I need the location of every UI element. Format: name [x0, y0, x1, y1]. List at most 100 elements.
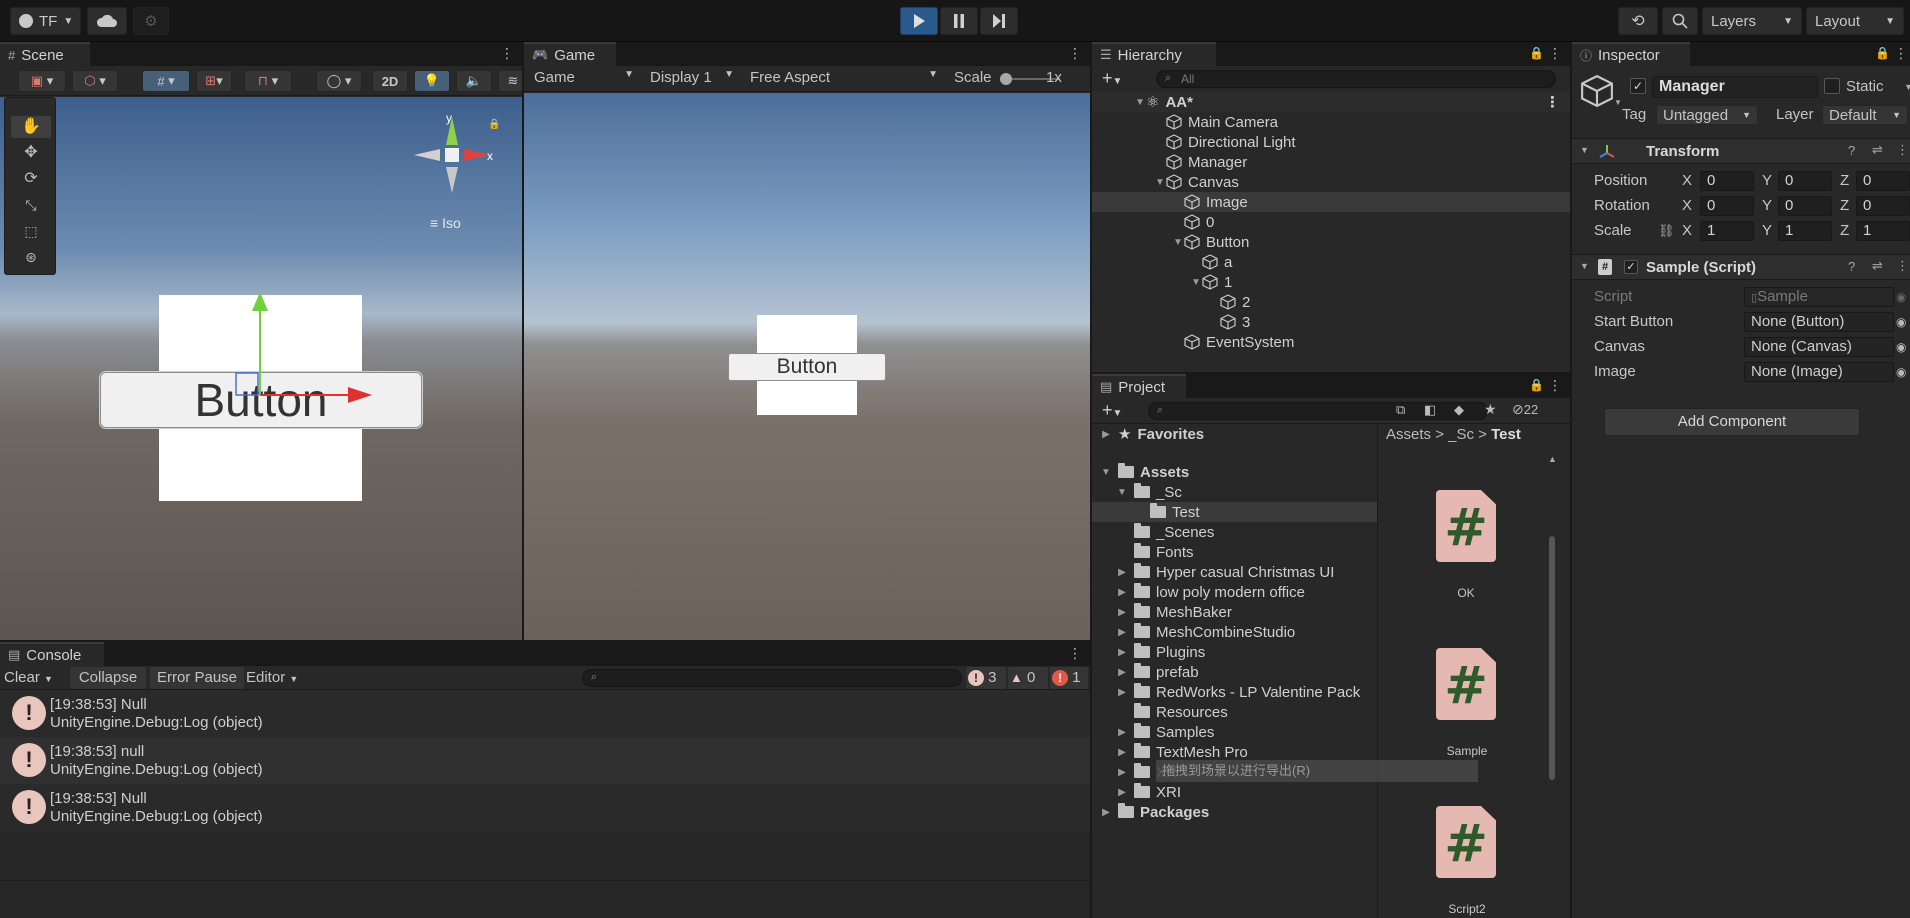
console-menu-icon[interactable]: ⋮: [1068, 646, 1082, 660]
link-icon[interactable]: ⛓: [1658, 223, 1675, 239]
scale-label[interactable]: Scale: [1594, 222, 1632, 239]
position-x-field[interactable]: 0: [1700, 171, 1754, 191]
rotation-x-field[interactable]: 0: [1700, 196, 1754, 216]
folder-item-samples[interactable]: ▶ Samples: [1092, 722, 1377, 742]
preset-icon[interactable]: ⇌: [1872, 258, 1883, 274]
error-filter-toggle[interactable]: ! 1: [1050, 667, 1088, 689]
shading-button[interactable]: ◯ ▾: [316, 70, 362, 92]
object-name-field[interactable]: Manager: [1652, 76, 1818, 98]
axis-x-label[interactable]: X: [1682, 222, 1692, 239]
project-search-input[interactable]: ⌕: [1148, 402, 1488, 420]
hierarchy-item-eventsystem[interactable]: EventSystem: [1092, 332, 1570, 352]
rect-tool-icon[interactable]: ⬚: [11, 220, 51, 242]
folder-item-fonts[interactable]: Fonts: [1092, 542, 1377, 562]
favorites-item[interactable]: ▶ ★ Favorites: [1092, 424, 1377, 444]
project-menu-icon[interactable]: ⋮: [1548, 378, 1562, 392]
hand-tool-icon[interactable]: ✋: [11, 116, 51, 138]
tab-game[interactable]: 🎮 Game: [524, 42, 616, 66]
component-menu-icon[interactable]: ⋮: [1896, 142, 1909, 158]
transform-tool-icon[interactable]: ⊛: [11, 246, 51, 268]
content-scrollbar[interactable]: [1549, 536, 1555, 780]
move-tool-icon[interactable]: ✥: [11, 142, 51, 164]
breadcrumb-item-test[interactable]: Test: [1491, 426, 1521, 443]
tab-hierarchy[interactable]: ☰ Hierarchy: [1092, 42, 1216, 66]
position-z-field[interactable]: 0: [1856, 171, 1910, 191]
lighting-button[interactable]: 💡: [414, 70, 450, 92]
help-icon[interactable]: ?: [1848, 259, 1855, 274]
scale-x-field[interactable]: 1: [1700, 221, 1754, 241]
scale-y-field[interactable]: 1: [1778, 221, 1832, 241]
layout-dropdown[interactable]: Layout ▼: [1806, 7, 1904, 35]
search-button[interactable]: [1662, 7, 1698, 35]
object-picker-icon[interactable]: ◉: [1896, 340, 1906, 354]
hierarchy-item-0[interactable]: 0: [1092, 212, 1570, 232]
folder-item-sc[interactable]: ▼ _Sc: [1092, 482, 1377, 502]
clear-dropdown[interactable]: Clear ▼: [4, 669, 53, 686]
folder-item-scenes[interactable]: _Scenes: [1092, 522, 1377, 542]
script-component-header[interactable]: ▼ # ✓ Sample (Script) ? ⇌ ⋮: [1572, 254, 1910, 280]
info-filter-toggle[interactable]: ▲ 0: [1008, 667, 1048, 689]
assets-item[interactable]: ▼ Assets: [1092, 462, 1377, 482]
game-button-object[interactable]: Button: [728, 353, 886, 381]
log-entry[interactable]: ! [19:38:53] Null UnityEngine.Debug:Log …: [0, 784, 1090, 831]
breadcrumb-item-assets[interactable]: Assets: [1386, 426, 1431, 443]
file-item-script2[interactable]: # Script2: [1420, 806, 1520, 916]
chevron-down-icon[interactable]: ▼: [1614, 98, 1622, 107]
log-entry[interactable]: ! [19:38:53] Null UnityEngine.Debug:Log …: [0, 690, 1090, 737]
folder-item-low-poly[interactable]: ▶ low poly modern office: [1092, 582, 1377, 602]
collab-button[interactable]: ⚙: [133, 7, 169, 35]
account-dropdown[interactable]: TF ▼: [10, 7, 81, 35]
axis-x-label[interactable]: X: [1682, 197, 1692, 214]
game-viewport[interactable]: Button: [524, 93, 1090, 640]
increment-snap-button[interactable]: ⊓ ▾: [244, 70, 292, 92]
history-button[interactable]: ⟲: [1618, 7, 1658, 35]
hierarchy-menu-icon[interactable]: ⋮: [1548, 46, 1562, 60]
create-asset-button[interactable]: +▼: [1102, 400, 1122, 421]
cloud-button[interactable]: [87, 7, 127, 35]
component-menu-icon[interactable]: ⋮: [1896, 258, 1909, 274]
hierarchy-item-canvas[interactable]: ▼ Canvas: [1092, 172, 1570, 192]
aspect-dropdown[interactable]: Free Aspect ▼: [744, 69, 944, 89]
breadcrumb-item-sc[interactable]: _Sc: [1448, 426, 1474, 443]
pause-button[interactable]: [940, 7, 978, 35]
axis-x-label[interactable]: X: [1682, 172, 1692, 189]
hidden-packages-button[interactable]: ⊘22: [1512, 401, 1538, 418]
hierarchy-item-main-camera[interactable]: Main Camera: [1092, 112, 1570, 132]
hierarchy-item-2[interactable]: 2: [1092, 292, 1570, 312]
tag-icon[interactable]: ◆: [1454, 402, 1464, 418]
display-dropdown[interactable]: Display 1 ▼: [644, 69, 740, 89]
folder-item-test[interactable]: Test: [1092, 502, 1377, 522]
hierarchy-item-1[interactable]: ▼ 1: [1092, 272, 1570, 292]
folder-item-prefab[interactable]: ▶ prefab: [1092, 662, 1377, 682]
rotation-label[interactable]: Rotation: [1594, 197, 1650, 214]
scene-root-item[interactable]: ▼ ⚛ AA* ⋮: [1092, 92, 1570, 112]
packages-item[interactable]: ▶ Packages: [1092, 802, 1377, 822]
tab-console[interactable]: ▤ Console: [0, 642, 104, 666]
tag-dropdown[interactable]: Untagged ▼: [1656, 105, 1758, 125]
rotate-tool-icon[interactable]: ⟳: [11, 168, 51, 190]
folder-item-xri[interactable]: ▶ XRI: [1092, 782, 1377, 802]
iso-toggle[interactable]: ≡ Iso: [430, 215, 461, 231]
position-y-field[interactable]: 0: [1778, 171, 1832, 191]
lock-icon[interactable]: 🔒: [488, 119, 500, 130]
axis-y-label[interactable]: Y: [1762, 172, 1772, 189]
folder-item-redworks[interactable]: ▶ RedWorks - LP Valentine Pack: [1092, 682, 1377, 702]
warning-filter-toggle[interactable]: ! 3: [966, 667, 1006, 689]
axis-z-label[interactable]: Z: [1840, 222, 1849, 239]
hierarchy-item-button[interactable]: ▼ Button: [1092, 232, 1570, 252]
object-picker-icon[interactable]: ◉: [1896, 315, 1906, 329]
layer-dropdown[interactable]: Default ▼: [1822, 105, 1908, 125]
add-object-button[interactable]: +▼: [1102, 68, 1122, 89]
axis-y-label[interactable]: Y: [1762, 197, 1772, 214]
object-picker-icon[interactable]: ◉: [1896, 365, 1906, 379]
start-button-field[interactable]: None (Button): [1744, 312, 1894, 332]
scale-z-field[interactable]: 1: [1856, 221, 1910, 241]
hierarchy-item-manager[interactable]: Manager: [1092, 152, 1570, 172]
scene-menu-icon[interactable]: ⋮: [500, 46, 514, 60]
rotation-z-field[interactable]: 0: [1856, 196, 1910, 216]
lock-icon[interactable]: 🔒: [1875, 46, 1890, 60]
preset-icon[interactable]: ⇌: [1872, 142, 1883, 158]
lock-icon[interactable]: 🔒: [1529, 46, 1544, 60]
hierarchy-search-input[interactable]: ⌕ All: [1156, 70, 1556, 88]
render-mode-button[interactable]: ⬡ ▾: [72, 70, 118, 92]
